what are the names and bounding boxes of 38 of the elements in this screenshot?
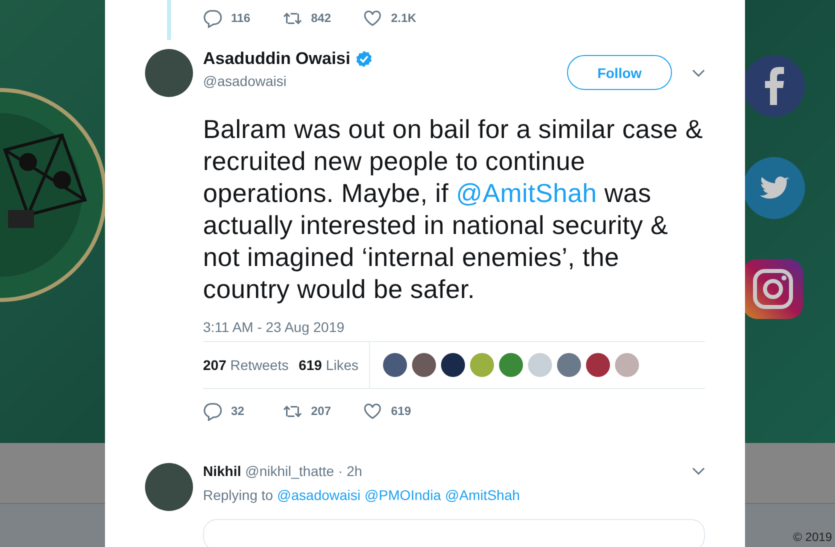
bird-icon[interactable] bbox=[743, 157, 805, 219]
follow-button[interactable]: Follow bbox=[567, 55, 672, 90]
camera-icon[interactable] bbox=[743, 259, 803, 319]
reply-field[interactable] bbox=[203, 519, 705, 547]
author-handle: @nikhil_thatte bbox=[245, 463, 334, 479]
chevron-down-icon[interactable] bbox=[692, 467, 705, 475]
reply-time: · 2h bbox=[338, 463, 362, 479]
reply-icon[interactable] bbox=[203, 402, 222, 420]
liker-avatar[interactable] bbox=[382, 353, 407, 377]
mention-link[interactable]: @asadowaisi bbox=[277, 487, 361, 503]
stat-link[interactable]: 619 Likes bbox=[298, 357, 359, 373]
liker-avatar[interactable] bbox=[412, 353, 436, 377]
mention-link[interactable]: @AmitShah bbox=[445, 487, 520, 503]
tweet-text: Balram was out on bail for a similar case & recruited new people to continue operations. Maybe, if @AmitShah was actually interested in national security & not imagined ‘internal enemies’, the country would be safer. bbox=[203, 113, 704, 305]
mention-link[interactable]: @AmitShah bbox=[456, 178, 597, 208]
avatar bbox=[145, 463, 193, 511]
chevron-down-icon[interactable] bbox=[692, 69, 705, 77]
copyright-text: © 2019 bbox=[793, 530, 832, 544]
author-name: Nikhil bbox=[203, 463, 242, 479]
avatar bbox=[145, 49, 193, 97]
action-count: 842 bbox=[311, 11, 332, 25]
facebook-icon[interactable] bbox=[743, 55, 805, 117]
action-count: 619 bbox=[391, 404, 412, 418]
mention-link[interactable]: @PMOIndia bbox=[364, 487, 441, 503]
heart-icon[interactable] bbox=[363, 8, 382, 28]
action-count: 116 bbox=[231, 11, 250, 25]
author-name: Asaduddin Owaisi bbox=[203, 49, 350, 69]
heart-icon[interactable] bbox=[363, 402, 382, 420]
replying-label: Replying to bbox=[203, 487, 274, 503]
liker-avatar[interactable] bbox=[586, 353, 610, 377]
action-count: 207 bbox=[311, 404, 332, 418]
action-count: 32 bbox=[231, 404, 244, 418]
action-count: 2.1K bbox=[391, 11, 416, 25]
author-handle: @asadowaisi bbox=[203, 73, 288, 89]
stat-link[interactable]: 207 Retweets bbox=[203, 357, 289, 373]
reply-icon[interactable] bbox=[203, 8, 222, 28]
tweet-timestamp[interactable]: 3:11 AM - 23 Aug 2019 bbox=[203, 319, 705, 341]
liker-avatar[interactable] bbox=[440, 353, 465, 377]
